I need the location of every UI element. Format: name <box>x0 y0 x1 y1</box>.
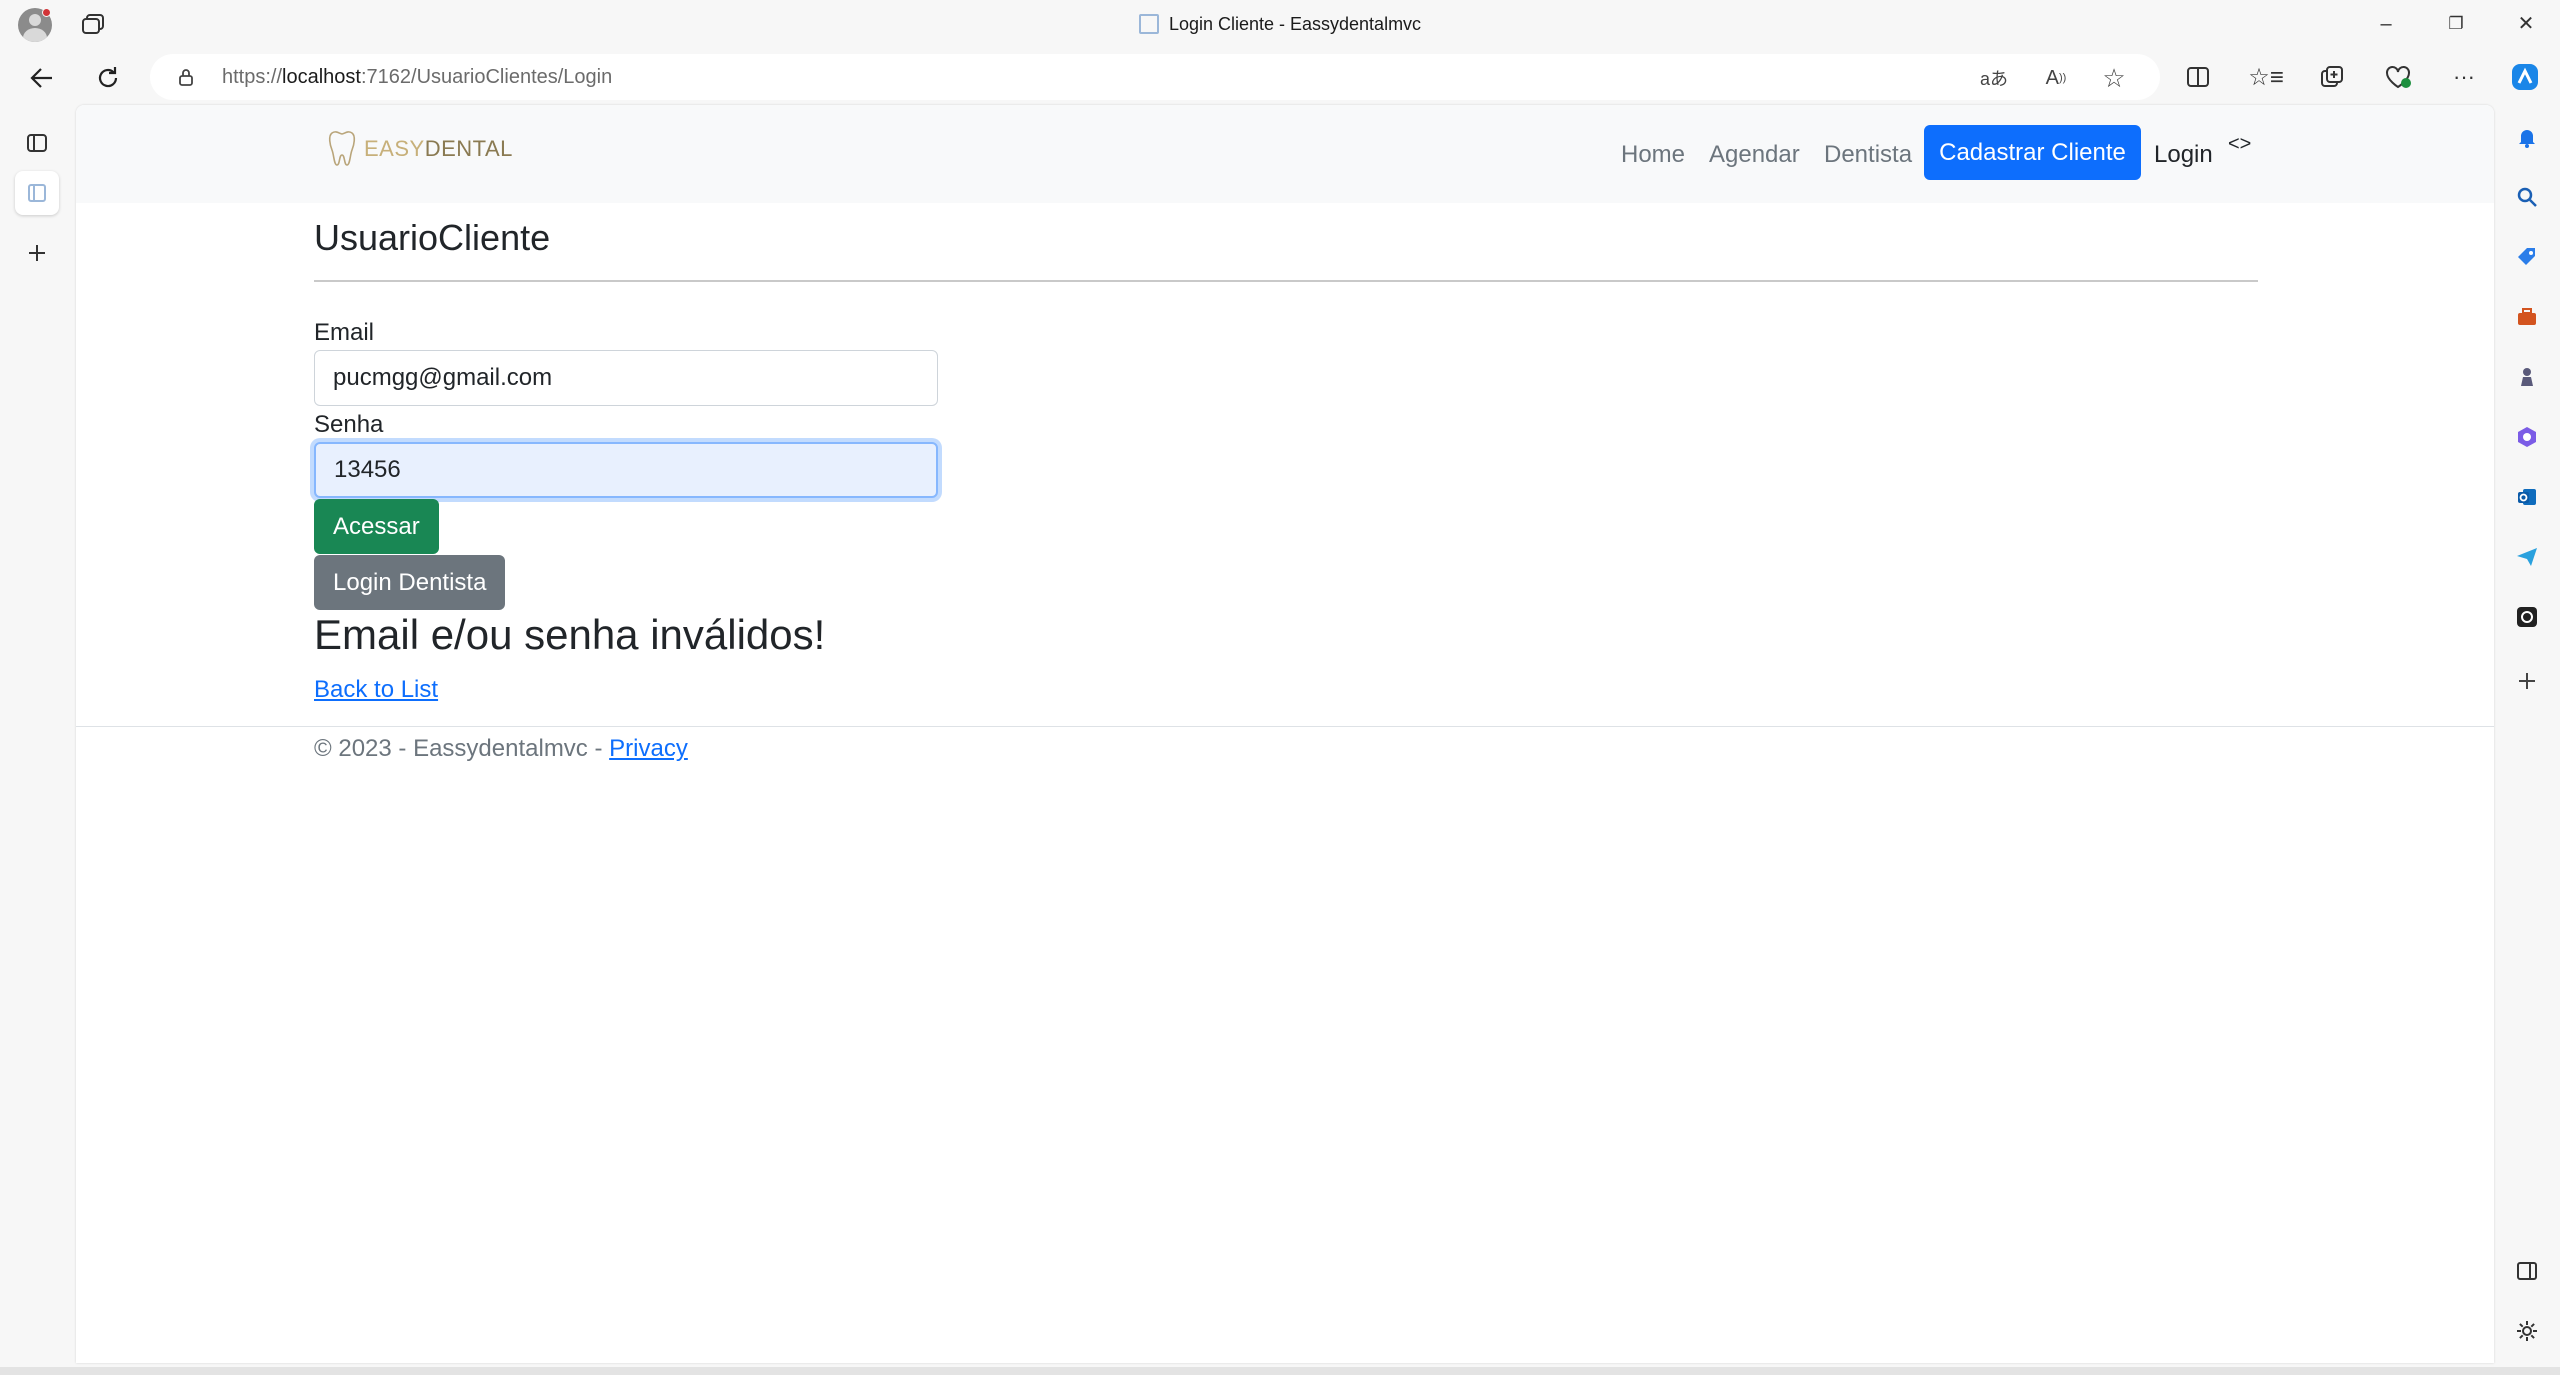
window-bottom-edge <box>0 1367 2560 1375</box>
brand-name: EASYDENTAL <box>364 136 513 162</box>
password-field[interactable]: 13456 <box>314 442 938 498</box>
address-bar[interactable]: https://localhost:7162/UsuarioClientes/L… <box>150 54 2160 100</box>
password-label: Senha <box>314 411 384 438</box>
site-navbar: EASYDENTAL Home Agendar Dentista Cadastr… <box>76 105 2494 203</box>
copilot-icon <box>2512 64 2538 90</box>
send-plane-icon[interactable] <box>2511 541 2543 573</box>
cadastrar-cliente-button[interactable]: Cadastrar Cliente <box>1924 125 2141 180</box>
url-host: localhost <box>282 66 361 88</box>
collections-icon <box>2321 66 2343 87</box>
heart-pulse-icon <box>2386 66 2411 89</box>
footer-copyright: © 2023 - Eassydentalmvc - <box>314 735 610 762</box>
chatgpt-icon[interactable] <box>2511 601 2543 633</box>
close-window-button[interactable]: ✕ <box>2503 8 2549 40</box>
page-favicon-icon <box>1138 14 1159 34</box>
code-chevrons-icon[interactable]: <> <box>2228 133 2251 156</box>
lock-icon[interactable] <box>176 67 196 87</box>
browser-title-bar: Login Cliente - Eassydentalmvc – ❐ ✕ <box>0 0 2560 49</box>
tooth-icon <box>328 131 356 166</box>
browser-essentials-button[interactable] <box>2381 60 2415 94</box>
window-title-text: Login Cliente - Eassydentalmvc <box>1168 14 1422 34</box>
add-sidebar-app-icon[interactable] <box>2511 665 2543 697</box>
arrow-left-icon <box>30 68 52 88</box>
url-scheme: https:// <box>222 66 283 88</box>
outlook-icon[interactable] <box>2511 481 2543 513</box>
nav-home-link[interactable]: Home <box>1621 141 1685 169</box>
back-to-list-link[interactable]: Back to List <box>314 676 438 704</box>
back-button[interactable] <box>24 60 60 96</box>
nav-agendar-link[interactable]: Agendar <box>1709 141 1800 169</box>
collections-button[interactable] <box>2315 60 2349 94</box>
page-viewport: EASYDENTAL Home Agendar Dentista Cadastr… <box>76 105 2494 1363</box>
shopping-tag-icon[interactable] <box>2511 241 2543 273</box>
tab-actions-button[interactable] <box>15 121 59 165</box>
title-divider <box>314 280 2258 282</box>
browser-toolbar: https://localhost:7162/UsuarioClientes/L… <box>0 49 2560 105</box>
more-options-button[interactable]: ··· <box>2447 60 2481 94</box>
acessar-button[interactable]: Acessar <box>314 499 439 554</box>
tools-briefcase-icon[interactable] <box>2511 301 2543 333</box>
tab-actions-icon <box>27 134 47 152</box>
email-field[interactable]: pucmgg@gmail.com <box>314 350 938 406</box>
hide-sidebar-icon[interactable] <box>2511 1255 2543 1287</box>
page-title: UsuarioCliente <box>314 217 551 258</box>
footer-divider <box>76 726 2494 727</box>
nav-dentista-link[interactable]: Dentista <box>1824 141 1912 169</box>
favorites-button[interactable]: ☆≡ <box>2248 60 2284 94</box>
search-icon[interactable] <box>2511 181 2543 213</box>
favorites-icon: ☆≡ <box>2248 63 2284 91</box>
refresh-icon <box>98 67 118 88</box>
tab-login-cliente[interactable] <box>15 171 59 215</box>
footer: © 2023 - Eassydentalmvc - Privacy <box>314 735 688 763</box>
brand-prefix: EASY <box>364 136 425 161</box>
read-aloud-icon[interactable]: A)) <box>2042 64 2070 92</box>
vertical-tabs-rail <box>0 105 76 1375</box>
games-chess-icon[interactable] <box>2511 361 2543 393</box>
brand-suffix: DENTAL <box>424 136 513 161</box>
favorite-star-icon[interactable]: ☆ <box>2100 63 2128 93</box>
brand-logo[interactable]: EASYDENTAL <box>326 127 513 171</box>
edge-sidebar <box>2494 105 2560 1375</box>
email-label: Email <box>314 319 375 346</box>
url-path: :7162/UsuarioClientes/Login <box>360 66 613 88</box>
plus-icon <box>29 245 45 261</box>
url-text[interactable]: https://localhost:7162/UsuarioClientes/L… <box>222 66 612 89</box>
restore-button[interactable]: ❐ <box>2433 8 2479 40</box>
nav-login-link[interactable]: Login <box>2154 141 2213 169</box>
window-title: Login Cliente - Eassydentalmvc <box>0 14 2560 35</box>
privacy-link[interactable]: Privacy <box>609 735 688 762</box>
copilot-button[interactable] <box>2508 60 2542 94</box>
split-screen-icon <box>2187 67 2209 87</box>
minimize-button[interactable]: – <box>2363 8 2409 40</box>
login-dentista-button[interactable]: Login Dentista <box>314 555 506 610</box>
microsoft-365-icon[interactable] <box>2511 421 2543 453</box>
new-tab-button[interactable] <box>15 231 59 275</box>
page-favicon-icon <box>28 184 46 202</box>
translate-icon[interactable]: aあ <box>1980 64 2008 92</box>
settings-gear-icon[interactable] <box>2511 1315 2543 1347</box>
split-screen-button[interactable] <box>2181 60 2215 94</box>
notification-bell-icon[interactable] <box>2511 121 2543 153</box>
error-message: Email e/ou senha inválidos! <box>314 611 826 658</box>
refresh-button[interactable] <box>90 60 126 96</box>
